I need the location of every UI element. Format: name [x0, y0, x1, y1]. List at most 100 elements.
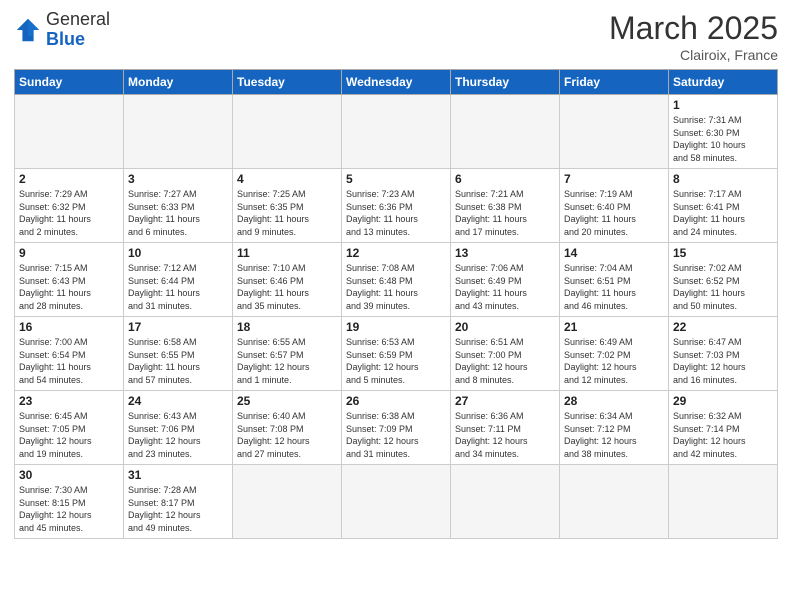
logo-icon	[14, 16, 42, 44]
day-info: Sunrise: 6:58 AM Sunset: 6:55 PM Dayligh…	[128, 336, 228, 386]
calendar-cell	[15, 95, 124, 169]
week-row-0: 1 Sunrise: 7:31 AM Sunset: 6:30 PM Daylig…	[15, 95, 778, 169]
day-number: 21	[564, 320, 664, 334]
day-info: Sunrise: 6:51 AM Sunset: 7:00 PM Dayligh…	[455, 336, 555, 386]
weekday-header-thursday: Thursday	[451, 70, 560, 95]
day-number: 26	[346, 394, 446, 408]
weekday-header-wednesday: Wednesday	[342, 70, 451, 95]
day-info: Sunrise: 7:19 AM Sunset: 6:40 PM Dayligh…	[564, 188, 664, 238]
calendar-cell: 15 Sunrise: 7:02 AM Sunset: 6:52 PM Dayli…	[669, 243, 778, 317]
calendar-cell: 14Sunrise: 7:04 AM Sunset: 6:51 PM Dayli…	[560, 243, 669, 317]
day-number: 5	[346, 172, 446, 186]
day-info: Sunrise: 6:47 AM Sunset: 7:03 PM Dayligh…	[673, 336, 773, 386]
day-info: Sunrise: 6:43 AM Sunset: 7:06 PM Dayligh…	[128, 410, 228, 460]
header: General Blue March 2025 Clairoix, France	[14, 10, 778, 63]
calendar-cell: 6 Sunrise: 7:21 AM Sunset: 6:38 PM Daylig…	[451, 169, 560, 243]
day-number: 3	[128, 172, 228, 186]
calendar-cell: 8Sunrise: 7:17 AM Sunset: 6:41 PM Daylig…	[669, 169, 778, 243]
day-info: Sunrise: 7:10 AM Sunset: 6:46 PM Dayligh…	[237, 262, 337, 312]
day-info: Sunrise: 6:40 AM Sunset: 7:08 PM Dayligh…	[237, 410, 337, 460]
day-number: 24	[128, 394, 228, 408]
day-number: 4	[237, 172, 337, 186]
day-number: 20	[455, 320, 555, 334]
day-number: 1	[673, 98, 773, 112]
day-number: 29	[673, 394, 773, 408]
calendar-cell	[233, 95, 342, 169]
calendar-cell: 13 Sunrise: 7:06 AM Sunset: 6:49 PM Dayli…	[451, 243, 560, 317]
title-block: March 2025 Clairoix, France	[609, 10, 778, 63]
calendar-cell: 2Sunrise: 7:29 AM Sunset: 6:32 PM Daylig…	[15, 169, 124, 243]
day-number: 19	[346, 320, 446, 334]
day-info: Sunrise: 7:02 AM Sunset: 6:52 PM Dayligh…	[673, 262, 773, 312]
logo-blue: Blue	[46, 29, 85, 49]
calendar-cell: 16Sunrise: 7:00 AM Sunset: 6:54 PM Dayli…	[15, 317, 124, 391]
week-row-4: 23Sunrise: 6:45 AM Sunset: 7:05 PM Dayli…	[15, 391, 778, 465]
day-number: 7	[564, 172, 664, 186]
calendar-page: General Blue March 2025 Clairoix, France…	[0, 0, 792, 549]
day-info: Sunrise: 7:17 AM Sunset: 6:41 PM Dayligh…	[673, 188, 773, 238]
day-info: Sunrise: 7:12 AM Sunset: 6:44 PM Dayligh…	[128, 262, 228, 312]
location-title: Clairoix, France	[609, 47, 778, 63]
week-row-5: 30Sunrise: 7:30 AM Sunset: 8:15 PM Dayli…	[15, 465, 778, 539]
calendar-cell	[342, 465, 451, 539]
month-title: March 2025	[609, 10, 778, 47]
weekday-header-sunday: Sunday	[15, 70, 124, 95]
day-info: Sunrise: 7:30 AM Sunset: 8:15 PM Dayligh…	[19, 484, 119, 534]
calendar-cell: 3 Sunrise: 7:27 AM Sunset: 6:33 PM Daylig…	[124, 169, 233, 243]
calendar-cell: 31Sunrise: 7:28 AM Sunset: 8:17 PM Dayli…	[124, 465, 233, 539]
day-number: 17	[128, 320, 228, 334]
calendar-cell	[124, 95, 233, 169]
day-number: 12	[346, 246, 446, 260]
logo-text: General Blue	[46, 10, 110, 50]
day-number: 15	[673, 246, 773, 260]
day-number: 14	[564, 246, 664, 260]
day-number: 10	[128, 246, 228, 260]
day-number: 16	[19, 320, 119, 334]
day-number: 6	[455, 172, 555, 186]
day-info: Sunrise: 7:27 AM Sunset: 6:33 PM Dayligh…	[128, 188, 228, 238]
calendar-cell	[233, 465, 342, 539]
day-number: 11	[237, 246, 337, 260]
day-info: Sunrise: 7:31 AM Sunset: 6:30 PM Dayligh…	[673, 114, 773, 164]
day-number: 13	[455, 246, 555, 260]
calendar-cell	[669, 465, 778, 539]
calendar-cell: 12Sunrise: 7:08 AM Sunset: 6:48 PM Dayli…	[342, 243, 451, 317]
logo: General Blue	[14, 10, 110, 50]
calendar-cell: 1 Sunrise: 7:31 AM Sunset: 6:30 PM Daylig…	[669, 95, 778, 169]
calendar-table: SundayMondayTuesdayWednesdayThursdayFrid…	[14, 69, 778, 539]
weekday-header-monday: Monday	[124, 70, 233, 95]
day-info: Sunrise: 6:36 AM Sunset: 7:11 PM Dayligh…	[455, 410, 555, 460]
day-info: Sunrise: 7:21 AM Sunset: 6:38 PM Dayligh…	[455, 188, 555, 238]
week-row-3: 16Sunrise: 7:00 AM Sunset: 6:54 PM Dayli…	[15, 317, 778, 391]
weekday-header-friday: Friday	[560, 70, 669, 95]
day-number: 2	[19, 172, 119, 186]
calendar-cell: 22Sunrise: 6:47 AM Sunset: 7:03 PM Dayli…	[669, 317, 778, 391]
calendar-cell: 5 Sunrise: 7:23 AM Sunset: 6:36 PM Daylig…	[342, 169, 451, 243]
calendar-cell: 29 Sunrise: 6:32 AM Sunset: 7:14 PM Dayli…	[669, 391, 778, 465]
calendar-cell: 25Sunrise: 6:40 AM Sunset: 7:08 PM Dayli…	[233, 391, 342, 465]
calendar-cell: 21Sunrise: 6:49 AM Sunset: 7:02 PM Dayli…	[560, 317, 669, 391]
calendar-cell: 18Sunrise: 6:55 AM Sunset: 6:57 PM Dayli…	[233, 317, 342, 391]
day-number: 28	[564, 394, 664, 408]
calendar-cell: 11 Sunrise: 7:10 AM Sunset: 6:46 PM Dayli…	[233, 243, 342, 317]
calendar-cell: 9Sunrise: 7:15 AM Sunset: 6:43 PM Daylig…	[15, 243, 124, 317]
calendar-cell: 20 Sunrise: 6:51 AM Sunset: 7:00 PM Dayli…	[451, 317, 560, 391]
day-info: Sunrise: 7:23 AM Sunset: 6:36 PM Dayligh…	[346, 188, 446, 238]
day-info: Sunrise: 6:34 AM Sunset: 7:12 PM Dayligh…	[564, 410, 664, 460]
calendar-cell: 27 Sunrise: 6:36 AM Sunset: 7:11 PM Dayli…	[451, 391, 560, 465]
day-number: 18	[237, 320, 337, 334]
calendar-cell	[451, 465, 560, 539]
day-info: Sunrise: 7:28 AM Sunset: 8:17 PM Dayligh…	[128, 484, 228, 534]
calendar-cell	[560, 95, 669, 169]
weekday-header-tuesday: Tuesday	[233, 70, 342, 95]
weekday-header-row: SundayMondayTuesdayWednesdayThursdayFrid…	[15, 70, 778, 95]
day-number: 27	[455, 394, 555, 408]
calendar-cell: 10 Sunrise: 7:12 AM Sunset: 6:44 PM Dayli…	[124, 243, 233, 317]
calendar-cell: 23Sunrise: 6:45 AM Sunset: 7:05 PM Dayli…	[15, 391, 124, 465]
week-row-1: 2Sunrise: 7:29 AM Sunset: 6:32 PM Daylig…	[15, 169, 778, 243]
calendar-cell: 26Sunrise: 6:38 AM Sunset: 7:09 PM Dayli…	[342, 391, 451, 465]
day-info: Sunrise: 6:32 AM Sunset: 7:14 PM Dayligh…	[673, 410, 773, 460]
weekday-header-saturday: Saturday	[669, 70, 778, 95]
day-info: Sunrise: 7:06 AM Sunset: 6:49 PM Dayligh…	[455, 262, 555, 312]
calendar-cell: 19Sunrise: 6:53 AM Sunset: 6:59 PM Dayli…	[342, 317, 451, 391]
